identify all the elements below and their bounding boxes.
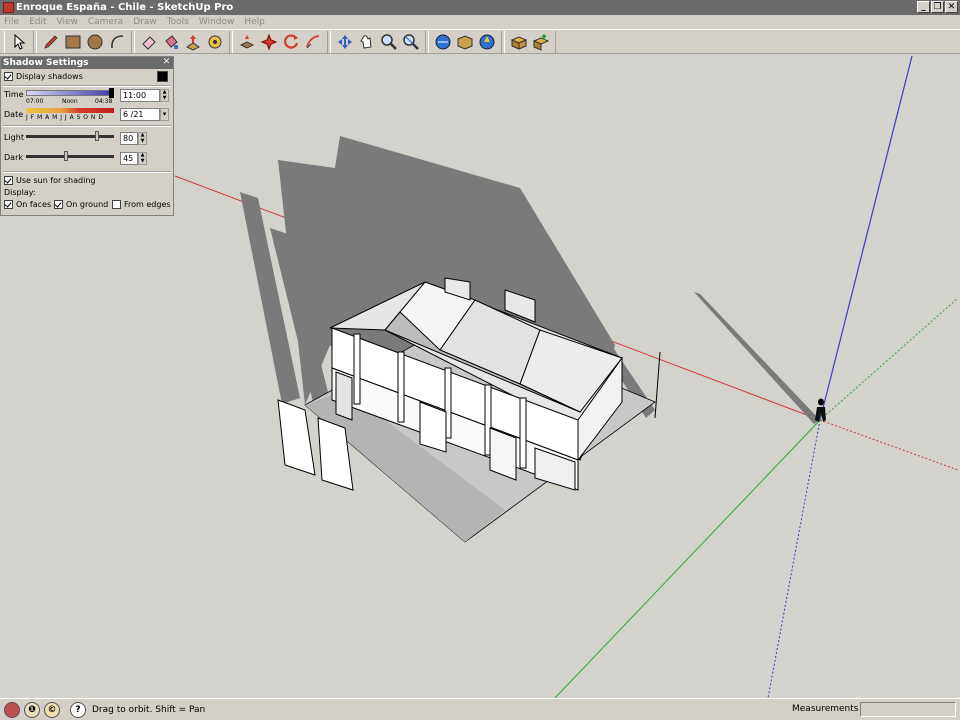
on-ground-row[interactable]: On ground bbox=[54, 200, 108, 209]
close-button[interactable]: ✕ bbox=[945, 1, 958, 13]
dark-label: Dark bbox=[4, 153, 23, 162]
menu-camera[interactable]: Camera bbox=[88, 15, 123, 29]
menu-view[interactable]: View bbox=[57, 15, 78, 29]
time-label: Time bbox=[4, 90, 24, 99]
display-shadows-row[interactable]: Display shadows bbox=[4, 72, 83, 81]
time-input[interactable]: 11:00 bbox=[120, 89, 160, 102]
blue-axis bbox=[819, 55, 913, 421]
from-edges-row[interactable]: From edges bbox=[112, 200, 171, 209]
menu-bar: File Edit View Camera Draw Tools Window … bbox=[0, 15, 960, 29]
blue-axis-negative bbox=[767, 419, 821, 698]
zoom-icon[interactable] bbox=[334, 31, 356, 53]
time-slider-thumb[interactable] bbox=[109, 88, 114, 98]
window-titlebar: Enroque España - Chile - SketchUp Pro _ … bbox=[0, 0, 960, 15]
orbit-icon[interactable] bbox=[280, 31, 302, 53]
display-label: Display: bbox=[4, 188, 36, 197]
menu-tools[interactable]: Tools bbox=[167, 15, 189, 29]
pencil-icon[interactable] bbox=[40, 31, 62, 53]
on-faces-label: On faces bbox=[16, 200, 52, 209]
push-pull-icon[interactable] bbox=[182, 31, 204, 53]
3d-warehouse-icon[interactable] bbox=[432, 31, 454, 53]
measurements-label: Measurements bbox=[792, 704, 859, 714]
date-dropdown-icon[interactable]: ▾ bbox=[160, 108, 169, 121]
time-end-label: 04:38 bbox=[95, 98, 113, 105]
shadow-settings-panel: Shadow Settings ✕ Display shadows Time 0… bbox=[0, 56, 174, 216]
green-axis-negative bbox=[819, 297, 959, 421]
previous-view-icon[interactable] bbox=[378, 31, 400, 53]
sketchup-app-icon bbox=[3, 2, 14, 13]
use-sun-row[interactable]: Use sun for shading bbox=[4, 176, 95, 185]
display-shadows-checkbox[interactable] bbox=[4, 72, 13, 81]
panel-close-icon[interactable]: ✕ bbox=[161, 57, 172, 68]
from-edges-label: From edges bbox=[124, 200, 171, 209]
menu-edit[interactable]: Edit bbox=[29, 15, 46, 29]
eraser-icon[interactable] bbox=[138, 31, 160, 53]
paint-bucket-icon[interactable] bbox=[160, 31, 182, 53]
light-input[interactable]: 80 bbox=[120, 132, 138, 145]
time-spinner[interactable]: ▲ ▼ bbox=[160, 89, 169, 102]
status-bar: ❶ © ? Drag to orbit. Shift = Pan Measure… bbox=[0, 698, 960, 720]
get-models-icon[interactable] bbox=[508, 31, 530, 53]
select-icon[interactable] bbox=[8, 31, 30, 53]
credits-icon[interactable]: ❶ bbox=[24, 701, 40, 718]
on-ground-checkbox[interactable] bbox=[54, 200, 63, 209]
zoom-extents-icon[interactable] bbox=[356, 31, 378, 53]
offset-icon[interactable] bbox=[258, 31, 280, 53]
date-input[interactable]: 6 /21 bbox=[120, 108, 160, 121]
date-months-label: J F M A M J J A S O N D bbox=[26, 114, 104, 121]
minimize-button[interactable]: _ bbox=[917, 1, 930, 13]
panel-expand-icon[interactable] bbox=[157, 71, 168, 82]
dark-slider-thumb[interactable] bbox=[64, 151, 68, 161]
menu-draw[interactable]: Draw bbox=[133, 15, 157, 29]
main-toolbar bbox=[0, 29, 960, 54]
date-label: Date bbox=[4, 110, 24, 119]
green-axis bbox=[554, 419, 821, 698]
from-edges-checkbox[interactable] bbox=[112, 200, 121, 209]
next-view-icon[interactable] bbox=[400, 31, 422, 53]
rotate-icon[interactable] bbox=[236, 31, 258, 53]
light-spinner[interactable]: ▲ ▼ bbox=[138, 132, 147, 145]
pan-icon[interactable] bbox=[302, 31, 324, 53]
share-model-icon[interactable] bbox=[476, 31, 498, 53]
user-icon[interactable]: © bbox=[44, 701, 60, 718]
dark-input[interactable]: 45 bbox=[120, 152, 138, 165]
shadow-settings-title: Shadow Settings ✕ bbox=[1, 57, 173, 69]
red-axis-negative bbox=[819, 419, 959, 471]
menu-help[interactable]: Help bbox=[244, 15, 265, 29]
dark-spinner[interactable]: ▲ ▼ bbox=[138, 152, 147, 165]
menu-window[interactable]: Window bbox=[199, 15, 235, 29]
status-hint: Drag to orbit. Shift = Pan bbox=[92, 704, 206, 715]
restore-button[interactable]: ❐ bbox=[931, 1, 944, 13]
rectangle-icon[interactable] bbox=[62, 31, 84, 53]
time-noon-label: Noon bbox=[62, 98, 78, 105]
on-faces-checkbox[interactable] bbox=[4, 200, 13, 209]
window-title: Enroque España - Chile - SketchUp Pro bbox=[16, 2, 234, 13]
geo-location-icon[interactable] bbox=[4, 701, 20, 718]
components-icon[interactable] bbox=[454, 31, 476, 53]
circle-icon[interactable] bbox=[84, 31, 106, 53]
light-slider-thumb[interactable] bbox=[95, 131, 99, 141]
time-start-label: 07:00 bbox=[26, 98, 44, 105]
menu-file[interactable]: File bbox=[4, 15, 19, 29]
on-ground-label: On ground bbox=[66, 200, 109, 209]
light-slider-track[interactable] bbox=[26, 135, 114, 138]
on-faces-row[interactable]: On faces bbox=[4, 200, 51, 209]
light-label: Light bbox=[4, 133, 24, 142]
time-slider-track[interactable] bbox=[26, 90, 114, 96]
move-icon[interactable] bbox=[204, 31, 226, 53]
use-sun-label: Use sun for shading bbox=[16, 176, 96, 185]
measurements-input[interactable] bbox=[860, 702, 956, 717]
upload-model-icon[interactable] bbox=[530, 31, 552, 53]
help-icon[interactable]: ? bbox=[70, 701, 86, 718]
dark-slider-track[interactable] bbox=[26, 155, 114, 158]
display-shadows-label: Display shadows bbox=[16, 72, 83, 81]
date-slider-track[interactable] bbox=[26, 108, 114, 113]
arc-icon[interactable] bbox=[106, 31, 128, 53]
use-sun-checkbox[interactable] bbox=[4, 176, 13, 185]
